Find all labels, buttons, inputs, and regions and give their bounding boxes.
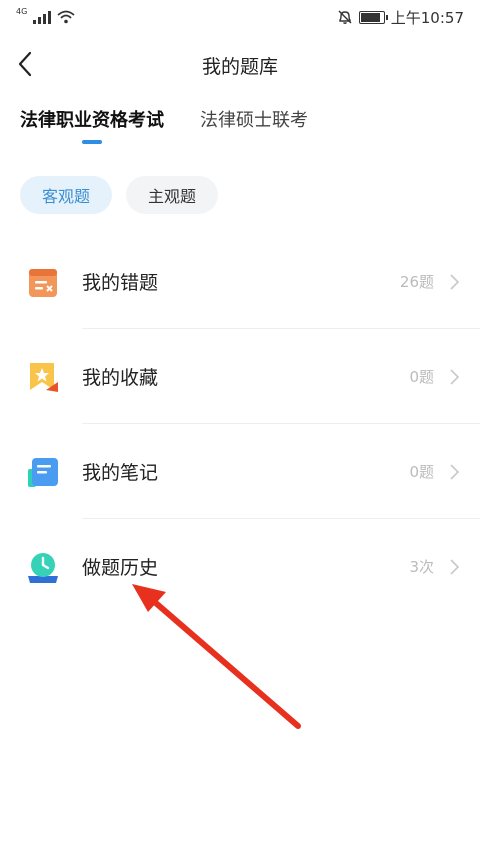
question-bank-list: 我的错题 26题 我的收藏 0题 我的笔记 0题 做题历史 3次 xyxy=(0,234,480,614)
status-right: 上午10:57 xyxy=(337,7,464,28)
battery-level xyxy=(360,12,380,22)
tab-label: 法律职业资格考试 xyxy=(20,110,164,131)
status-time: 上午10:57 xyxy=(390,8,464,27)
list-item-history[interactable]: 做题历史 3次 xyxy=(0,519,480,614)
chevron-right-icon xyxy=(450,558,460,575)
list-item-count: 3次 xyxy=(409,558,434,576)
notes-icon xyxy=(28,457,58,487)
signal-icon xyxy=(33,10,52,24)
list-item-count: 0题 xyxy=(409,463,434,481)
list-item-notes[interactable]: 我的笔记 0题 xyxy=(0,424,480,519)
history-clock-icon xyxy=(28,552,58,583)
list-item-wrong-questions[interactable]: 我的错题 26题 xyxy=(0,234,480,329)
mute-bell-icon xyxy=(338,10,352,24)
network-type: 4G xyxy=(16,6,28,16)
list-item-label: 我的收藏 xyxy=(82,367,159,389)
wrong-questions-icon xyxy=(29,268,57,297)
chip-subjective[interactable]: 主观题 xyxy=(126,176,219,214)
status-left: 4G xyxy=(16,6,75,24)
exam-tabs: 法律职业资格考试 法律硕士联考 xyxy=(20,106,308,144)
list-item-label: 我的笔记 xyxy=(82,462,159,484)
list-item-label: 我的错题 xyxy=(82,272,159,294)
chevron-right-icon xyxy=(450,463,460,480)
wifi-icon xyxy=(57,10,75,24)
question-type-chips: 客观题 主观题 xyxy=(20,176,219,214)
tab-law-master-exam[interactable]: 法律硕士联考 xyxy=(200,106,308,144)
battery-icon xyxy=(358,10,388,24)
list-item-count: 26题 xyxy=(399,273,434,291)
chip-objective[interactable]: 客观题 xyxy=(20,176,113,214)
tab-legal-qualification-exam[interactable]: 法律职业资格考试 xyxy=(20,106,164,144)
list-item-label: 做题历史 xyxy=(82,557,159,579)
list-item-favorites[interactable]: 我的收藏 0题 xyxy=(0,329,480,424)
list-item-count: 0题 xyxy=(409,368,434,386)
chevron-right-icon xyxy=(450,273,460,290)
tab-label: 法律硕士联考 xyxy=(200,110,308,131)
tab-active-indicator xyxy=(82,140,102,144)
status-bar: 4G 上午10:57 xyxy=(0,0,480,34)
nav-bar: 我的题库 xyxy=(0,42,480,86)
favorites-icon xyxy=(30,362,58,392)
chevron-right-icon xyxy=(450,368,460,385)
page-title: 我的题库 xyxy=(201,56,278,78)
